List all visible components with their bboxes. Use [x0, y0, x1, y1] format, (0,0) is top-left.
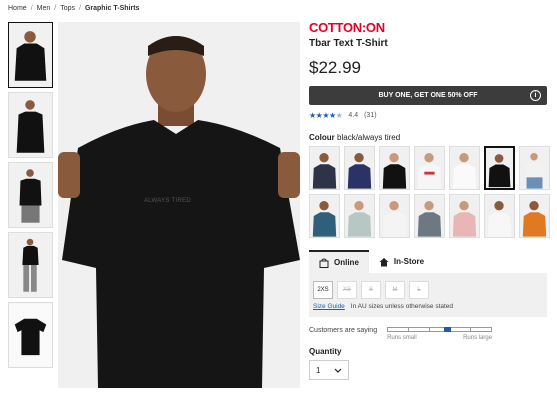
- fit-label: Customers are saying: [309, 327, 378, 334]
- colour-swatch[interactable]: [449, 146, 480, 190]
- size-s[interactable]: S: [361, 281, 381, 299]
- colour-swatch[interactable]: [344, 194, 375, 238]
- colour-swatch[interactable]: [344, 146, 375, 190]
- promo-label: BUY ONE, GET ONE 50% OFF: [378, 92, 478, 99]
- tab-online[interactable]: Online: [309, 250, 369, 273]
- breadcrumb-current[interactable]: Graphic T-Shirts: [85, 5, 139, 12]
- rating-count[interactable]: (31): [364, 112, 376, 119]
- colour-swatch[interactable]: [414, 194, 445, 238]
- size-xs[interactable]: XS: [337, 281, 357, 299]
- size-m[interactable]: M: [385, 281, 405, 299]
- thumbnail-gallery: [8, 22, 54, 372]
- thumbnail-5[interactable]: [8, 302, 53, 368]
- store-icon: [379, 257, 389, 266]
- size-2xs[interactable]: 2XS: [313, 281, 333, 299]
- fit-high-label: Runs large: [463, 335, 493, 341]
- rating-score: 4.4: [348, 112, 359, 119]
- breadcrumb: Home / Men / Tops / Graphic T-Shirts: [8, 5, 139, 12]
- thumbnail-3[interactable]: [8, 162, 53, 228]
- star-rating-icon: ★★★★★: [309, 111, 343, 120]
- colour-swatch[interactable]: [484, 194, 515, 238]
- fit-marker: [444, 327, 452, 332]
- breadcrumb-separator: /: [30, 5, 33, 12]
- breadcrumb-separator: /: [54, 5, 57, 12]
- product-info: COTTON:ON Tbar Text T-Shirt $22.99 BUY O…: [309, 20, 550, 380]
- colour-swatch[interactable]: [309, 194, 340, 238]
- product-title: Tbar Text T-Shirt: [309, 38, 388, 49]
- colour-swatch[interactable]: [379, 194, 410, 238]
- breadcrumb-home[interactable]: Home: [8, 5, 27, 12]
- colour-swatches: [309, 146, 550, 238]
- promo-banner[interactable]: BUY ONE, GET ONE 50% OFF i: [309, 86, 547, 105]
- colour-swatch-selected[interactable]: [484, 146, 515, 190]
- colour-swatch[interactable]: [309, 146, 340, 190]
- tab-in-store[interactable]: In-Store: [369, 250, 434, 273]
- size-note: In AU sizes unless otherwise stated: [350, 303, 454, 310]
- shopping-bag-icon: [319, 258, 329, 268]
- online-panel: 2XS XS S M L Size Guide In AU sizes unle…: [309, 273, 547, 317]
- thumbnail-4[interactable]: [8, 232, 53, 298]
- main-product-image[interactable]: ALWAYS TIRED: [58, 22, 300, 388]
- fit-low-label: Runs small: [387, 335, 417, 341]
- thumbnail-1[interactable]: [8, 22, 53, 88]
- colour-swatch[interactable]: [519, 146, 550, 190]
- colour-label: Colour black/always tired: [309, 133, 401, 142]
- quantity-select[interactable]: 1: [309, 360, 349, 380]
- fit-scale: Runs small Runs large: [387, 327, 493, 341]
- rating[interactable]: ★★★★★ 4.4 (31): [309, 111, 547, 120]
- size-guide-link[interactable]: Size Guide: [313, 303, 345, 310]
- info-icon[interactable]: i: [530, 90, 541, 101]
- quantity-value: 1: [316, 365, 321, 375]
- thumbnail-2[interactable]: [8, 92, 53, 158]
- shipping-tabs: Online In-Store: [309, 250, 547, 273]
- product-price: $22.99: [309, 58, 361, 77]
- colour-swatch[interactable]: [449, 194, 480, 238]
- fit-indicator: Customers are saying Runs small Runs lar…: [309, 327, 547, 341]
- brand-logo[interactable]: COTTON:ON: [309, 20, 547, 35]
- breadcrumb-tops[interactable]: Tops: [60, 5, 75, 12]
- chevron-down-icon: [334, 368, 342, 373]
- size-l[interactable]: L: [409, 281, 429, 299]
- quantity-label: Quantity: [309, 347, 342, 356]
- colour-swatch[interactable]: [519, 194, 550, 238]
- breadcrumb-separator: /: [79, 5, 81, 12]
- selected-colour: black/always tired: [337, 133, 401, 142]
- colour-swatch[interactable]: [379, 146, 410, 190]
- shirt-print-text: ALWAYS TIRED: [144, 198, 192, 204]
- colour-swatch[interactable]: [414, 146, 445, 190]
- breadcrumb-men[interactable]: Men: [37, 5, 51, 12]
- size-options: 2XS XS S M L: [313, 281, 543, 299]
